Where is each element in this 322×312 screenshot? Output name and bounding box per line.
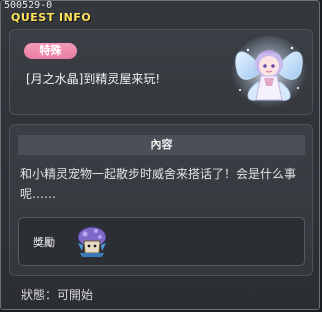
quest-summary-panel: 特殊 [月之水晶]到精灵屋来玩! bbox=[9, 29, 313, 115]
window-title: QUEST INFO bbox=[11, 11, 92, 24]
fairy-npc-portrait-icon bbox=[231, 36, 307, 112]
content-header: 內容 bbox=[18, 135, 305, 155]
reward-label: 獎勵 bbox=[33, 236, 55, 249]
content-text: 和小精灵宠物一起散步时威舍来搭话了！会是什么事呢…… bbox=[20, 167, 297, 201]
reward-box: 獎勵 bbox=[18, 217, 305, 266]
quest-status: 狀態：可開始 bbox=[21, 288, 94, 302]
category-badge: 特殊 bbox=[24, 43, 77, 59]
quest-id: 500529-0 bbox=[4, 0, 53, 11]
purple-mushroom-item-icon[interactable] bbox=[74, 223, 110, 259]
quest-content-panel: 內容 和小精灵宠物一起散步时威舍来搭话了！会是什么事呢…… 獎勵 bbox=[9, 124, 313, 276]
quest-title: [月之水晶]到精灵屋来玩! bbox=[26, 72, 161, 86]
quest-info-window: 500529-0 QUEST INFO 特殊 [月之水晶]到精灵屋来玩! 內容 … bbox=[0, 0, 320, 310]
